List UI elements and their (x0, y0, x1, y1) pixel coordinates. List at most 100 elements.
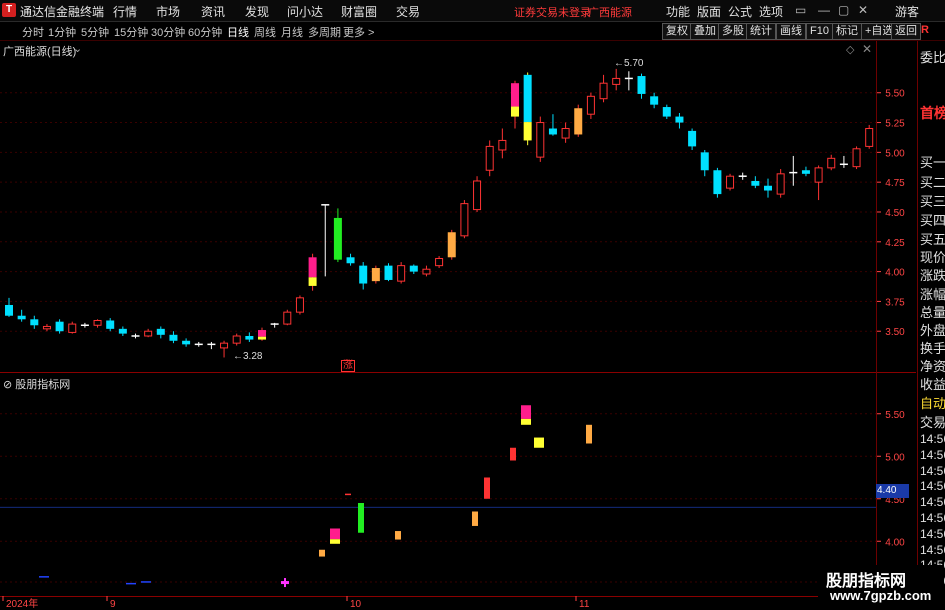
indicator-collapse-icon[interactable]: ⊘ (3, 379, 15, 391)
window-menu-icon[interactable]: ▭ (795, 3, 806, 17)
candle-12[interactable] (156, 326, 165, 339)
menu-assistant[interactable]: 问小达 (287, 3, 323, 20)
candle-30[interactable] (384, 263, 393, 282)
indicator-bar-10[interactable] (484, 477, 490, 499)
candle-52[interactable] (662, 104, 671, 119)
candle-65[interactable] (827, 154, 836, 171)
menu-formula[interactable]: 公式 (728, 3, 752, 20)
candle-27[interactable] (346, 253, 355, 266)
candle-24[interactable] (308, 253, 317, 291)
multi-stock-button[interactable]: 多股 (718, 23, 748, 40)
candle-64[interactable] (814, 165, 823, 201)
pane-settings-icon[interactable]: ◇ (846, 43, 854, 56)
menu-quotes[interactable]: 行情 (113, 3, 137, 20)
candle-34[interactable] (435, 256, 444, 269)
pane-close-icon[interactable]: ✕ (862, 42, 872, 56)
indicator-bar-6[interactable] (345, 493, 351, 496)
candle-36[interactable] (460, 200, 469, 239)
candle-6[interactable] (80, 322, 89, 328)
back-button[interactable]: 返回 (891, 23, 921, 40)
window-maximize-icon[interactable]: ▢ (838, 3, 849, 17)
candle-43[interactable] (548, 114, 557, 136)
candle-15[interactable] (194, 341, 203, 347)
candle-23[interactable] (295, 295, 304, 315)
period-5min[interactable]: 5分钟 (81, 24, 109, 40)
candle-50[interactable] (637, 73, 646, 99)
candle-42[interactable] (536, 116, 545, 162)
candle-66[interactable] (839, 155, 848, 168)
candle-35[interactable] (447, 229, 456, 260)
guest-user[interactable]: 游客 (895, 3, 919, 20)
indicator-bar-14[interactable] (586, 424, 592, 444)
candle-14[interactable] (182, 338, 191, 347)
indicator-bar-4[interactable] (319, 549, 325, 557)
statistics-button[interactable]: 统计 (746, 23, 776, 40)
indicator-bar-11[interactable] (510, 447, 516, 461)
candle-60[interactable] (764, 178, 772, 198)
candle-62[interactable] (789, 155, 798, 186)
candle-32[interactable] (409, 264, 418, 274)
window-close-icon[interactable]: ✕ (858, 3, 868, 17)
candle-22[interactable] (283, 309, 292, 326)
period-1min[interactable]: 1分钟 (48, 24, 76, 40)
period-30min[interactable]: 30分钟 (151, 24, 185, 40)
candle-18[interactable] (232, 333, 241, 346)
menu-trade[interactable]: 交易 (396, 3, 420, 20)
candle-0[interactable] (5, 297, 13, 317)
quote-panel-item-16[interactable]: 交易 (920, 412, 945, 431)
realtime-icon[interactable]: R (921, 24, 929, 36)
trade-login-status[interactable]: 证券交易未登录 (514, 4, 591, 20)
period-timeshare[interactable]: 分时 (22, 24, 44, 40)
candle-53[interactable] (675, 113, 684, 129)
candle-7[interactable] (93, 319, 102, 328)
candle-29[interactable] (371, 265, 380, 284)
candle-25[interactable] (321, 204, 330, 277)
candle-55[interactable] (700, 149, 709, 177)
candle-56[interactable] (713, 167, 722, 198)
candle-59[interactable] (751, 176, 760, 189)
indicator-chart[interactable] (0, 374, 876, 596)
candle-17[interactable] (220, 340, 229, 358)
period-multi[interactable]: 多周期 (308, 24, 341, 40)
period-daily[interactable]: 日线 (227, 24, 249, 40)
indicator-bar-5[interactable] (330, 528, 340, 544)
candle-5[interactable] (68, 321, 77, 334)
candle-16[interactable] (207, 341, 216, 350)
mark-button[interactable]: 标记 (832, 23, 862, 40)
f10-button[interactable]: F10 (806, 23, 833, 40)
period-60min[interactable]: 60分钟 (188, 24, 222, 40)
candle-67[interactable] (852, 146, 861, 170)
candle-8[interactable] (106, 318, 115, 332)
indicator-bar-13[interactable] (534, 437, 544, 448)
candle-26[interactable] (333, 208, 342, 263)
candle-54[interactable] (688, 128, 697, 150)
candle-44[interactable] (561, 122, 570, 143)
indicator-bar-1[interactable] (126, 582, 136, 585)
candle-33[interactable] (422, 265, 431, 277)
candle-47[interactable] (599, 74, 608, 103)
candle-11[interactable] (144, 328, 153, 338)
menu-news[interactable]: 资讯 (201, 3, 225, 20)
period-15min[interactable]: 15分钟 (114, 24, 148, 40)
candle-57[interactable] (726, 173, 735, 191)
menu-discover[interactable]: 发现 (245, 3, 269, 20)
candle-51[interactable] (650, 92, 659, 109)
candle-61[interactable] (776, 169, 785, 198)
draw-line-button[interactable]: 画线 (776, 23, 806, 40)
candle-10[interactable] (131, 333, 140, 339)
menu-options[interactable]: 选项 (759, 3, 783, 20)
candle-3[interactable] (42, 324, 51, 332)
candle-45[interactable] (574, 104, 583, 137)
pane-divider[interactable] (0, 372, 916, 373)
indicator-bar-2[interactable] (141, 581, 151, 583)
indicator-bar-9[interactable] (472, 511, 478, 526)
candle-19[interactable] (245, 332, 254, 342)
candle-9[interactable] (118, 326, 127, 336)
candle-2[interactable] (30, 315, 39, 329)
menu-market[interactable]: 市场 (156, 3, 180, 20)
candle-46[interactable] (586, 92, 595, 119)
candle-13[interactable] (169, 331, 178, 344)
candle-49[interactable] (624, 71, 633, 91)
candle-48[interactable] (612, 68, 621, 91)
candle-20[interactable] (258, 327, 266, 341)
